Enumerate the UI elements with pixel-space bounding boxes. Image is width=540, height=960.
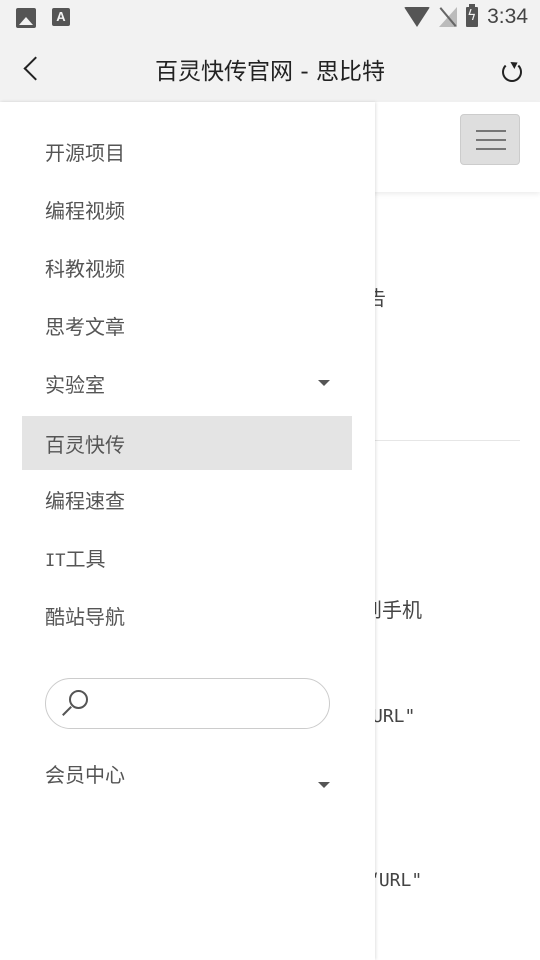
caret-down-icon xyxy=(318,782,330,788)
menu-item-label: 百灵快传 xyxy=(45,433,125,457)
menu-item-label: 编程视频 xyxy=(45,199,125,223)
menu-item-label: 开源项目 xyxy=(45,141,125,165)
menu-item-coding-reference[interactable]: 编程速查 xyxy=(22,472,352,526)
page-code-fragment: “URL" xyxy=(368,870,423,891)
menu-item-bailing-transfer[interactable]: 百灵快传 xyxy=(22,416,352,470)
search-box[interactable] xyxy=(45,678,330,729)
battery-charging-icon xyxy=(466,4,479,27)
hamburger-line xyxy=(476,139,506,141)
no-signal-icon xyxy=(439,7,458,27)
search-input[interactable] xyxy=(98,687,318,721)
status-right-icons: 3:34 xyxy=(404,4,528,29)
menu-item-label: IT工具 xyxy=(45,543,105,572)
search-icon[interactable] xyxy=(60,690,88,718)
title-bar: 百灵快传官网 - 思比特 xyxy=(0,36,540,102)
menu-item-label: 会员中心 xyxy=(45,763,125,787)
hamburger-line xyxy=(476,130,506,132)
menu-item-label: 思考文章 xyxy=(45,315,125,339)
menu-item-articles[interactable]: 思考文章 xyxy=(22,298,352,352)
menu-item-it-tools[interactable]: IT工具 xyxy=(22,530,352,584)
menu-toggle-button[interactable] xyxy=(460,114,520,165)
menu-item-label-text: 工具 xyxy=(65,547,106,571)
menu-item-lab[interactable]: 实验室 xyxy=(22,356,352,410)
font-icon: A xyxy=(52,8,70,26)
refresh-button[interactable] xyxy=(500,60,522,82)
navigation-drawer: 开源项目 编程视频 科教视频 思考文章 实验室 百灵快传 编程速查 IT工具 酷… xyxy=(0,102,375,960)
gallery-icon xyxy=(16,8,36,28)
menu-item-label-prefix: IT xyxy=(45,551,66,571)
hamburger-line xyxy=(476,148,506,150)
menu-item-label: 酷站导航 xyxy=(45,605,125,629)
menu-item-label: 实验室 xyxy=(45,373,105,397)
menu-item-coding-videos[interactable]: 编程视频 xyxy=(22,182,352,236)
status-bar: A 3:34 xyxy=(0,0,540,36)
menu-item-member-center[interactable]: 会员中心 xyxy=(22,746,352,800)
status-time: 3:34 xyxy=(487,5,528,28)
menu-item-science-videos[interactable]: 科教视频 xyxy=(22,240,352,294)
caret-down-icon xyxy=(318,380,330,386)
wifi-icon xyxy=(404,7,431,27)
back-button[interactable] xyxy=(18,54,48,84)
menu-item-open-source[interactable]: 开源项目 xyxy=(22,124,352,178)
status-left-icons: A xyxy=(16,8,70,28)
menu-item-label: 编程速查 xyxy=(45,489,125,513)
menu-item-label: 科教视频 xyxy=(45,257,125,281)
menu-item-site-navigation[interactable]: 酷站导航 xyxy=(22,588,352,642)
page-title: 百灵快传官网 - 思比特 xyxy=(155,59,385,85)
divider xyxy=(375,440,520,441)
page-code-fragment: URL" xyxy=(372,706,416,727)
